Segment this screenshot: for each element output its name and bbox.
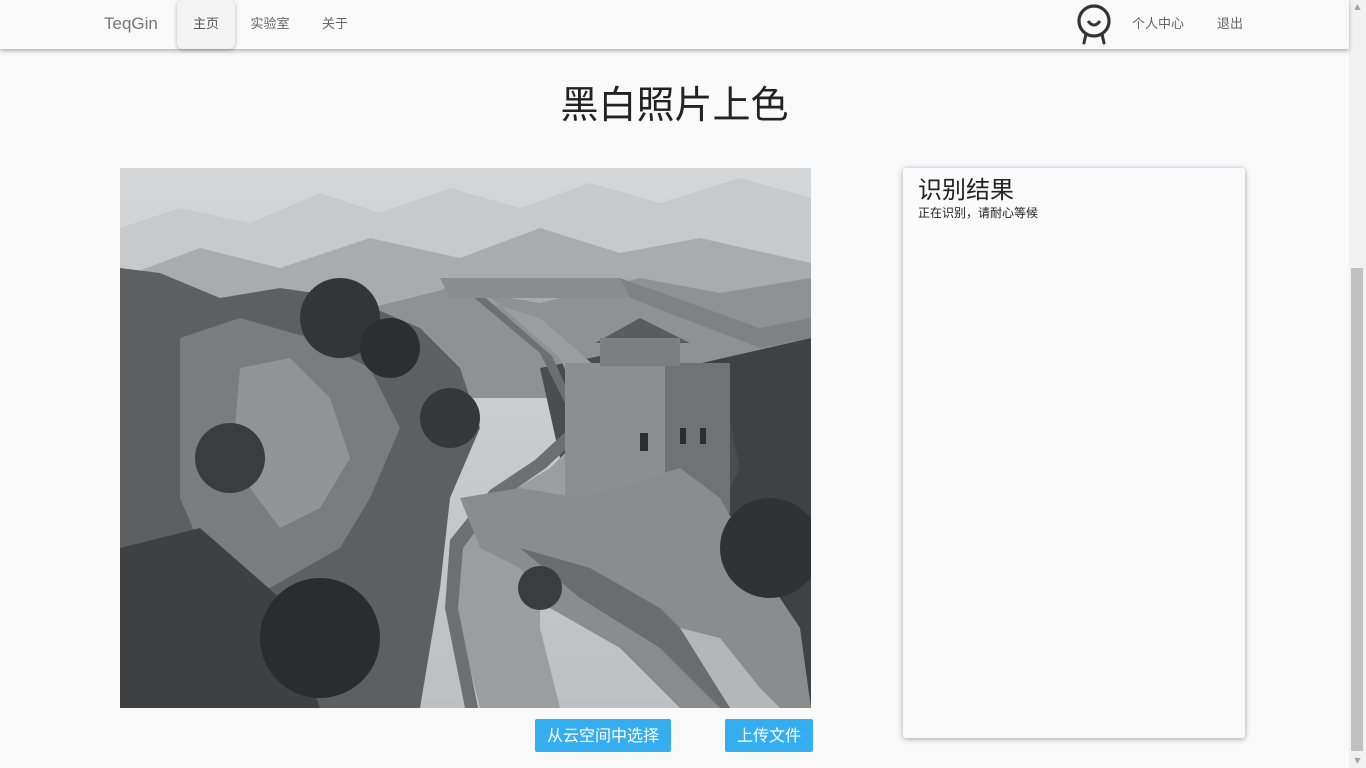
select-from-cloud-button[interactable]: 从云空间中选择 [535,719,671,752]
result-title: 识别结果 [918,176,1014,204]
page-title: 黑白照片上色 [560,83,789,127]
upload-file-button[interactable]: 上传文件 [725,719,813,752]
result-status-text: 正在识别，请耐心等候 [918,206,1039,220]
logout-link[interactable]: 退出 [1210,0,1250,49]
smiley-avatar-icon[interactable] [1075,3,1113,45]
top-navbar: TeqGin 主页 实验室 关于 个人中心 退出 [0,0,1349,49]
nav-item-about[interactable]: 关于 [314,0,356,49]
user-center-link[interactable]: 个人中心 [1125,0,1191,49]
great-wall-photo [120,168,811,708]
nav-item-lab[interactable]: 实验室 [244,0,296,49]
scroll-up-arrow-icon[interactable]: ▲ [1349,0,1366,14]
brand-logo[interactable]: TeqGin [104,14,158,34]
scroll-down-arrow-icon[interactable]: ▼ [1349,754,1366,768]
scrollbar-thumb[interactable] [1351,268,1363,751]
nav-item-home[interactable]: 主页 [177,0,235,49]
uploaded-photo [120,168,811,708]
result-panel: 识别结果 正在识别，请耐心等候 [903,168,1245,738]
